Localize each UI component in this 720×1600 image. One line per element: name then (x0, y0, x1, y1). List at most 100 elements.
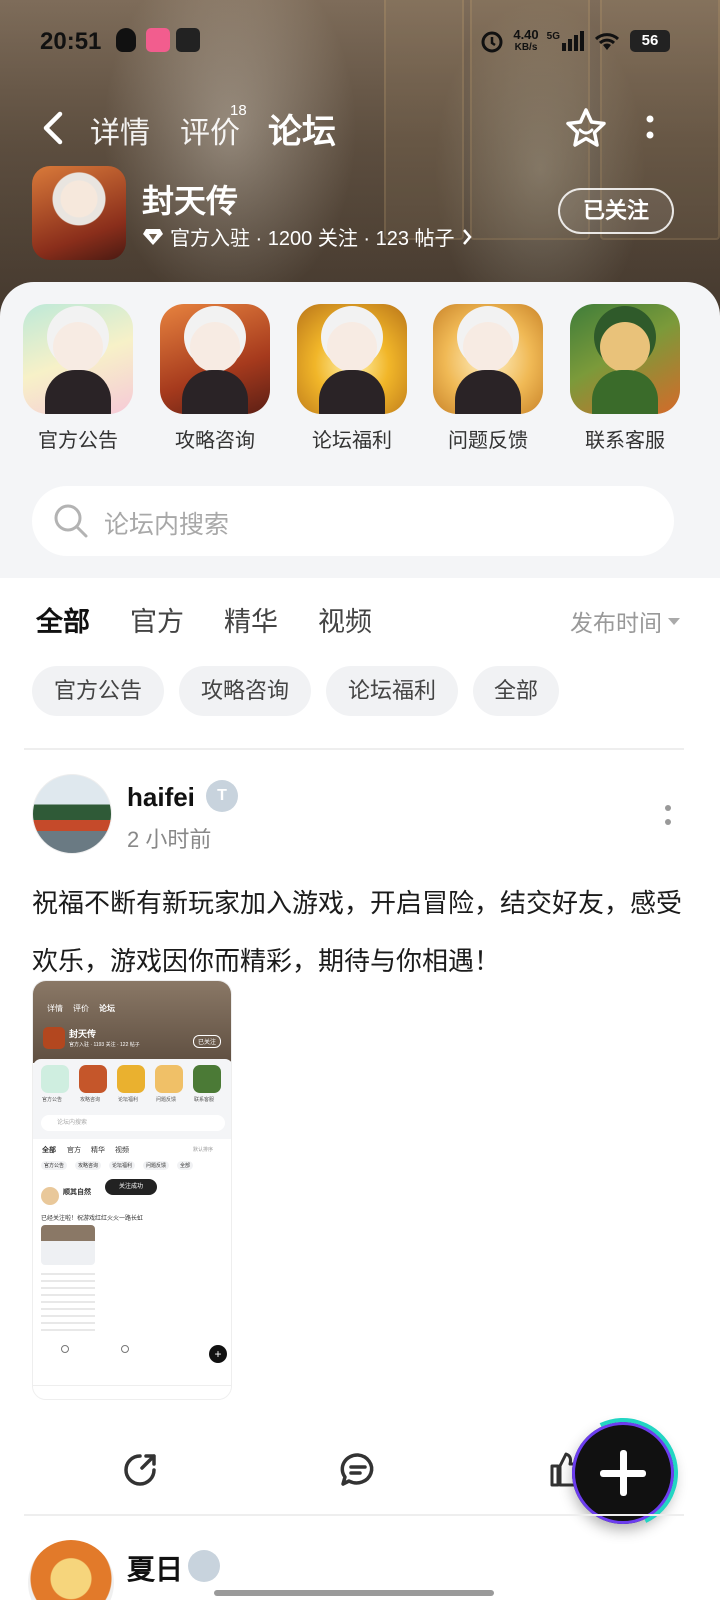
alarm-icon (481, 31, 503, 53)
create-post-fab[interactable] (552, 1402, 694, 1544)
filter-tab-official[interactable]: 官方 (130, 600, 184, 639)
thumb-game-meta: 官方入驻 · 1193 关注 · 122 帖子 (69, 1042, 140, 1048)
filter-tab-video[interactable]: 视频 (318, 600, 372, 639)
wifi-icon (594, 33, 620, 50)
thumb-tab: 详情 (47, 1004, 63, 1013)
dropdown-triangle-icon (668, 617, 680, 625)
favorite-star-icon[interactable] (564, 106, 608, 150)
post-time: 2 小时前 (127, 827, 212, 852)
net-speed: 4.40 (513, 27, 539, 42)
chip-strategy[interactable]: 攻略咨询 (179, 666, 311, 716)
chip-benefits[interactable]: 论坛福利 (326, 666, 458, 716)
shortcut-feedback[interactable]: 问题反馈 (432, 304, 544, 453)
status-right: 4.40 KB/s 5G 56 (479, 28, 670, 54)
thumb-game-name: 封天传 (69, 1029, 97, 1039)
shortcut-benefits[interactable]: 论坛福利 (296, 304, 408, 453)
battery-indicator: 56 (630, 30, 670, 52)
thumb-header: 详情 评价 论坛 封天传 官方入驻 · 1193 关注 · 122 帖子 已关注 (33, 981, 231, 1063)
shortcut-label: 论坛福利 (312, 430, 392, 452)
game-title: 封天传 (142, 183, 239, 219)
game-meta-text: 官方入驻 · 1200 关注 · 123 帖子 (170, 228, 455, 250)
forum-content: 官方公告 攻略咨询 论坛福利 问题反馈 联系客服 论坛内搜索 全部 官方 精华 … (0, 282, 720, 1600)
signal-icon (574, 35, 578, 51)
follow-button[interactable]: 已关注 (558, 188, 674, 234)
thumb-tab: 评价 (73, 1004, 89, 1013)
filter-tab-featured[interactable]: 精华 (224, 600, 278, 639)
network-type: 5G (546, 31, 560, 42)
home-indicator[interactable] (214, 1590, 494, 1596)
thumb-tab: 论坛 (99, 1004, 115, 1013)
signal-icon (562, 43, 566, 51)
chip-all[interactable]: 全部 (473, 666, 559, 716)
strategy-icon (160, 304, 270, 414)
thumb-author: 顺其自然 (63, 1189, 91, 1196)
shortcut-strategy[interactable]: 攻略咨询 (159, 304, 271, 453)
tab-details[interactable]: 详情 (90, 108, 150, 152)
forum-search-input[interactable]: 论坛内搜索 (32, 486, 674, 556)
status-time: 20:51 (40, 28, 102, 55)
thumb-chip: 论坛福利 (109, 1161, 136, 1170)
game-meta[interactable]: 官方入驻 · 1200 关注 · 123 帖子 (142, 222, 473, 251)
thumb-comment-icon (121, 1345, 129, 1353)
alipay-icon (176, 28, 200, 52)
status-bar: 20:51 4.40 KB/s 5G 56 (0, 24, 720, 64)
user-level-badge-icon: T (206, 780, 238, 812)
comment-icon[interactable] (338, 1450, 378, 1490)
filter-tab-all[interactable]: 全部 (36, 600, 90, 641)
thumb-chip: 攻略咨询 (75, 1161, 102, 1170)
sort-label: 发布时间 (570, 610, 662, 636)
tab-forum[interactable]: 论坛 (266, 104, 340, 153)
thumb-post-image (41, 1225, 95, 1265)
thumb-share-icon (61, 1345, 69, 1353)
post-text: 祝福不断有新玩家加入游戏，开启冒险，结交好友，感受欢乐，游戏因你而精彩，期待与你… (32, 888, 683, 976)
search-icon (54, 504, 88, 538)
thumb-fab: + (209, 1345, 227, 1363)
filter-tabs: 全部 官方 精华 视频 发布时间 (0, 598, 720, 648)
thumb-body: 官方公告 攻略咨询 论坛福利 问题反馈 联系客服 论坛内搜索 全部 官方 精华 … (33, 1059, 231, 1399)
author-avatar[interactable] (32, 774, 112, 854)
plus-icon (620, 1450, 627, 1496)
shortcut-label: 攻略咨询 (175, 430, 255, 452)
divider (24, 748, 684, 750)
benefits-icon (297, 304, 407, 414)
thumb-shortcut-label: 官方公告 (42, 1097, 63, 1103)
customer-service-icon (570, 304, 680, 414)
thumb-content-lines (41, 1273, 95, 1333)
thumb-search: 论坛内搜索 (41, 1115, 225, 1131)
thumb-sort: 默认排序 (193, 1147, 214, 1153)
thumb-author-avatar (41, 1187, 59, 1205)
net-speed-unit: KB/s (514, 42, 538, 53)
back-arrow-icon[interactable] (38, 108, 68, 148)
more-options-icon[interactable] (640, 108, 660, 148)
shortcut-label: 联系客服 (585, 430, 665, 452)
thumb-shortcut-label: 联系客服 (194, 1097, 215, 1103)
post-image[interactable]: 详情 评价 论坛 封天传 官方入驻 · 1193 关注 · 122 帖子 已关注… (32, 980, 232, 1400)
thumb-shortcut-icon (117, 1065, 145, 1093)
thumb-filter-tab: 全部 (42, 1147, 56, 1154)
reviews-count-badge: 18 (230, 102, 247, 119)
shortcut-official-announcement[interactable]: 官方公告 (22, 304, 134, 453)
divider (24, 1514, 684, 1516)
thumb-shortcut-icon (155, 1065, 183, 1093)
qq-icon (116, 28, 136, 52)
feedback-icon (433, 304, 543, 414)
top-nav: 详情 评价 18 论坛 (0, 100, 720, 160)
author-avatar[interactable] (28, 1540, 114, 1600)
game-avatar[interactable] (32, 166, 126, 260)
user-level-badge-icon (188, 1550, 220, 1582)
diamond-icon (143, 228, 163, 245)
author-name[interactable]: 夏日 (127, 1548, 183, 1588)
author-name[interactable]: haifei (127, 782, 195, 813)
chip-official-announcement[interactable]: 官方公告 (32, 666, 164, 716)
thumb-filter-tab: 视频 (115, 1147, 129, 1154)
post-more-icon[interactable] (664, 804, 672, 828)
sort-dropdown[interactable]: 发布时间 (570, 604, 680, 638)
bilibili-icon (146, 28, 170, 52)
shortcut-customer-service[interactable]: 联系客服 (569, 304, 681, 453)
thumb-shortcut-label: 论坛福利 (118, 1097, 139, 1103)
thumb-chip: 问题反馈 (143, 1161, 170, 1170)
announcement-icon (23, 304, 133, 414)
share-icon[interactable] (120, 1450, 160, 1490)
shortcut-label: 官方公告 (38, 430, 118, 452)
thumb-shortcut-icon (79, 1065, 107, 1093)
